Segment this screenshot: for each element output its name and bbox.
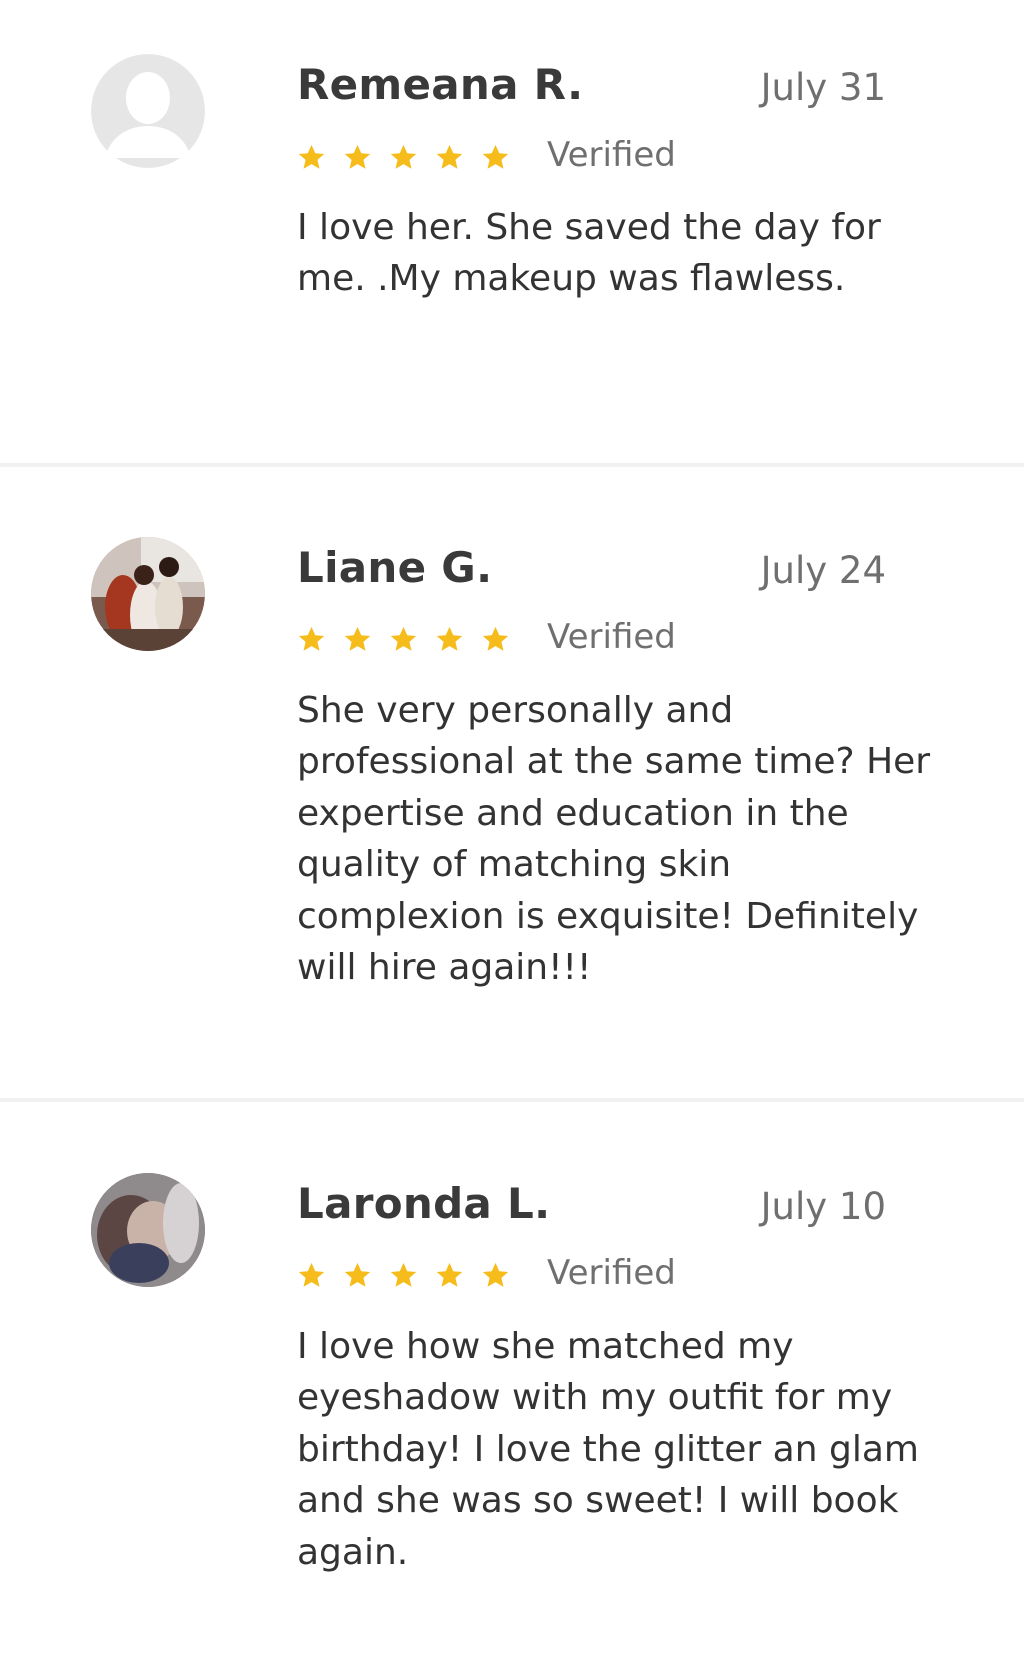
divider (0, 463, 1024, 467)
star-icon (436, 626, 463, 651)
verified-badge: Verified (547, 617, 676, 657)
star-icon (298, 144, 325, 169)
reviewer-name: Liane G. (297, 543, 493, 592)
verified-badge: Verified (547, 135, 676, 175)
star-icon (344, 1262, 371, 1287)
star-icon (298, 1262, 325, 1287)
star-icon (482, 144, 509, 169)
star-icon (390, 1262, 417, 1287)
star-icon (344, 144, 371, 169)
star-icon (390, 626, 417, 651)
user-photo-avatar[interactable] (91, 1173, 205, 1287)
star-rating (297, 625, 510, 654)
review-text: She very personally and professional at … (297, 690, 931, 989)
review-date: July 31 (760, 66, 886, 109)
star-icon (436, 144, 463, 169)
reviewer-name: Laronda L. (297, 1179, 551, 1228)
star-icon (344, 626, 371, 651)
star-icon (482, 626, 509, 651)
reviewer-name: Remeana R. (297, 60, 584, 109)
review-date: July 10 (760, 1185, 886, 1228)
user-photo-avatar[interactable] (91, 537, 205, 651)
star-rating (297, 143, 510, 172)
divider (0, 1098, 1024, 1102)
review-date: July 24 (760, 549, 886, 592)
review-text: I love her. She saved the day for me. .M… (297, 207, 881, 300)
star-icon (298, 626, 325, 651)
star-icon (390, 144, 417, 169)
star-rating (297, 1261, 510, 1290)
review-text: I love how she matched my eyeshadow with… (297, 1326, 919, 1573)
default-user-avatar-icon[interactable] (91, 54, 205, 168)
verified-badge: Verified (547, 1253, 676, 1293)
star-icon (482, 1262, 509, 1287)
star-icon (436, 1262, 463, 1287)
